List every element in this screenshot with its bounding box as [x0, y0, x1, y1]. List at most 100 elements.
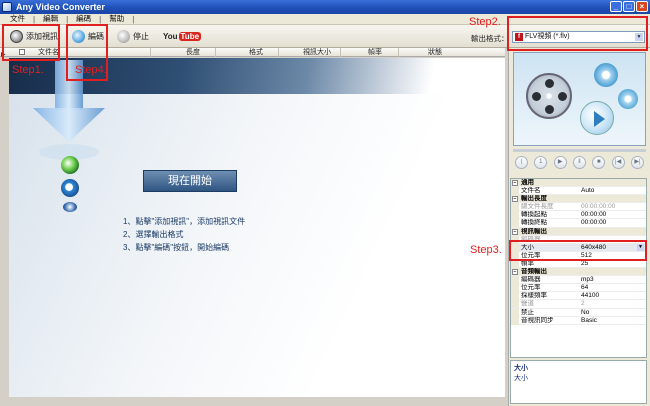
property-key: 音視訊同步 — [521, 316, 554, 324]
property-row[interactable]: 文件名 Auto — [511, 187, 646, 196]
property-row[interactable]: 音視訊同步 Basic — [511, 316, 646, 325]
property-value[interactable]: 25 — [581, 260, 588, 268]
disc-graphic — [594, 63, 618, 87]
column-length[interactable]: 長度 — [186, 48, 200, 57]
property-row[interactable]: 禁止 No — [511, 308, 646, 317]
column-format[interactable]: 格式 — [249, 48, 263, 57]
property-section[interactable]: − 通用 — [511, 179, 646, 188]
property-row[interactable]: 位元率 64 — [511, 284, 646, 293]
start-now-button[interactable]: 現在開始 — [143, 170, 237, 192]
property-key: 採樣頻率 — [521, 292, 547, 300]
property-value[interactable]: 64 — [581, 284, 588, 292]
instruction-step-3: 3、點擊"編碼"按鈕，開始編碼 — [123, 243, 230, 252]
menu-file[interactable]: 文件 — [10, 14, 25, 24]
property-row[interactable]: 幀率 25 — [511, 259, 646, 269]
property-row[interactable]: 轉換起點 00:00:00 — [511, 211, 646, 220]
property-row[interactable]: 聲道 2 — [511, 300, 646, 309]
property-value[interactable]: 44100 — [581, 292, 599, 300]
minimize-button[interactable]: _ — [610, 1, 622, 12]
property-key: 位元率 — [521, 284, 541, 292]
property-row[interactable]: 總文件長度 00:00:00:00 — [511, 203, 646, 212]
close-button[interactable]: × — [636, 1, 648, 12]
property-section[interactable]: − 視訊輸出 — [511, 227, 646, 236]
property-key: 文件名 — [521, 187, 541, 195]
description-text: 大小 — [514, 375, 528, 382]
annotation-step2: Step2. — [469, 16, 501, 28]
play-graphic — [580, 101, 614, 135]
annotation-step1: Step1. — [12, 64, 44, 76]
property-section[interactable]: − 輸出長度 — [511, 195, 646, 204]
annotation-box-step2 — [507, 16, 648, 51]
property-key: 音頻輸出 — [521, 268, 547, 276]
property-description: 大小 大小 — [510, 360, 647, 404]
property-row[interactable]: 採樣頻率 44100 — [511, 292, 646, 301]
maximize-button[interactable]: □ — [623, 1, 635, 12]
next-button[interactable]: ▶| — [630, 156, 644, 169]
stop-play-button[interactable]: ■ — [592, 156, 606, 169]
player-icons — [58, 156, 82, 217]
annotation-step3: Step3. — [470, 244, 502, 256]
previous-button[interactable]: |◀ — [611, 156, 625, 169]
property-key: 轉換終點 — [521, 219, 547, 227]
property-value[interactable]: Basic — [581, 317, 597, 325]
menu-help[interactable]: 幫助 — [109, 14, 124, 24]
output-format-label: 輸出格式： — [471, 34, 509, 43]
rewind-button[interactable]: ⟨ — [515, 156, 528, 169]
menu-encode[interactable]: 編碼 — [76, 14, 91, 24]
property-key: 禁止 — [521, 308, 534, 316]
property-row[interactable]: 轉換終點 00:00:00 — [511, 219, 646, 228]
pause-button[interactable]: ‖ — [572, 156, 586, 169]
collapse-icon[interactable]: − — [512, 196, 518, 203]
menu-edit[interactable]: 編輯 — [43, 14, 58, 24]
property-section[interactable]: − 音頻輸出 — [511, 268, 646, 277]
property-key: 聲道 — [521, 300, 534, 308]
video-preview — [513, 52, 646, 146]
youtube-button[interactable]: You Tube — [163, 28, 202, 45]
file-list-area[interactable]: 現在開始 1、點擊"添加視訊"，添加視訊文件 2、選擇輸出格式 3、點擊"編碼"… — [9, 58, 505, 397]
column-video-size[interactable]: 視訊大小 — [303, 48, 331, 57]
annotation-step4: Step4. — [75, 64, 107, 76]
window-title: Any Video Converter — [16, 2, 105, 12]
property-value[interactable]: No — [581, 309, 589, 317]
properties-grid[interactable]: − 通用 文件名 Auto − 輸出長度 總文件長度 00:00:00:00 轉換起點 00:00… — [510, 178, 647, 358]
title-bar: Any Video Converter _ □ × — [0, 0, 650, 14]
annotation-box-step1 — [2, 24, 60, 61]
property-value[interactable]: mp3 — [581, 276, 594, 284]
column-status[interactable]: 狀態 — [428, 48, 442, 57]
column-framerate[interactable]: 幀率 — [368, 48, 382, 57]
play-button[interactable]: ▶ — [553, 156, 567, 169]
youtube-icon: You Tube — [163, 32, 202, 41]
property-key: 輸出長度 — [521, 195, 547, 203]
property-row[interactable]: 編碼器 mp3 — [511, 276, 646, 285]
instruction-step-1: 1、點擊"添加視訊"，添加視訊文件 — [123, 217, 246, 226]
player-controls: ⟨ 1 ▶ ‖ ■ |◀ ▶| — [513, 156, 646, 170]
property-value[interactable]: Auto — [581, 187, 594, 195]
quicktime-icon — [61, 179, 79, 197]
disc-graphic-small — [618, 89, 638, 109]
step-button[interactable]: 1 — [534, 156, 548, 169]
stop-icon — [117, 30, 130, 43]
realplayer-icon — [63, 202, 77, 212]
property-key: 轉換起點 — [521, 211, 547, 219]
description-title: 大小 — [514, 365, 528, 372]
property-value[interactable]: 2 — [581, 300, 585, 308]
stop-label: 停止 — [133, 32, 149, 41]
window-controls: _ □ × — [610, 1, 648, 12]
collapse-icon[interactable]: − — [512, 269, 518, 276]
annotation-box-step3 — [509, 240, 647, 261]
collapse-icon[interactable]: − — [512, 228, 518, 235]
collapse-icon[interactable]: − — [512, 180, 518, 186]
property-key: 視訊輸出 — [521, 227, 547, 235]
property-value[interactable]: 00:00:00 — [581, 219, 606, 227]
instruction-step-2: 2、選擇輸出格式 — [123, 230, 184, 239]
app-icon — [2, 2, 12, 12]
property-value[interactable]: 00:00:00 — [581, 211, 606, 219]
property-key: 幀率 — [521, 259, 534, 267]
property-key: 總文件長度 — [521, 203, 554, 211]
property-key: 編碼器 — [521, 276, 541, 284]
property-key: 通用 — [521, 179, 534, 186]
instructions: 1、點擊"添加視訊"，添加視訊文件 2、選擇輸出格式 3、點擊"編碼"按鈕，開始… — [123, 215, 245, 254]
stop-button[interactable]: 停止 — [117, 28, 149, 45]
property-value[interactable]: 00:00:00:00 — [581, 203, 615, 211]
seek-bar[interactable] — [513, 149, 646, 152]
